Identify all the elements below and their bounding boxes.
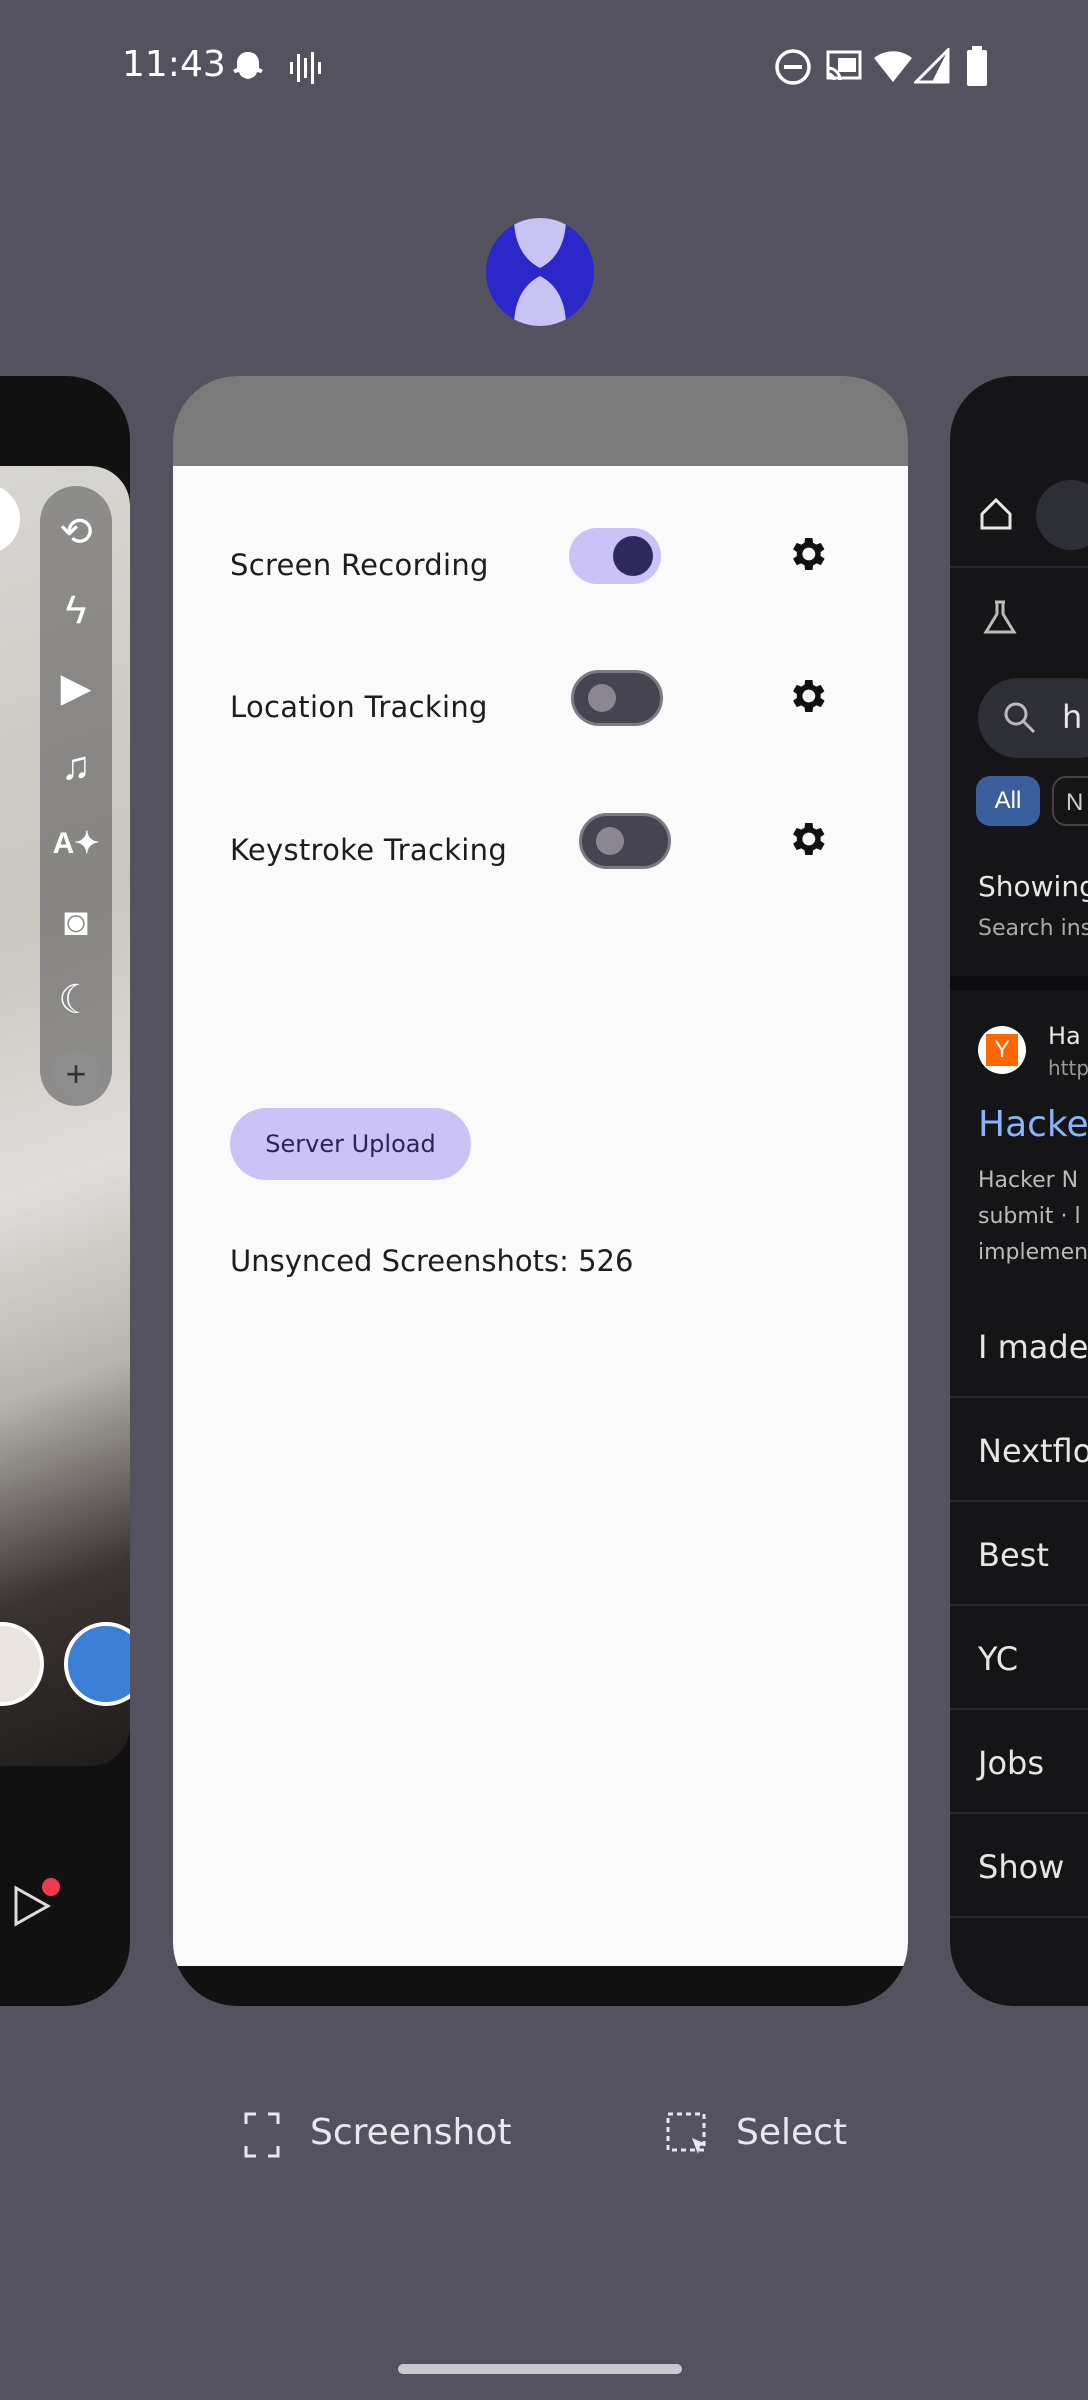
wifi-icon xyxy=(874,51,912,82)
screenshot-frame-icon xyxy=(244,2112,280,2158)
recent-app-card-right[interactable]: h All N Showing Search ins Y Ha http Hac… xyxy=(950,376,1088,2006)
search-instead-text: Search ins xyxy=(978,916,1088,941)
tabs-icon xyxy=(1036,480,1088,550)
recent-app-card-center[interactable]: Screen Recording Location Tracking Keyst… xyxy=(173,376,908,2006)
screen-recording-label: Screen Recording xyxy=(230,548,489,582)
camera-icon: ◙ xyxy=(63,900,89,944)
select-label: Select xyxy=(736,2112,848,2153)
select-region-icon xyxy=(666,2112,706,2154)
unsynced-screenshots-count: Unsynced Screenshots: 526 xyxy=(230,1244,634,1278)
video-add-icon: ▶ xyxy=(60,666,92,710)
screen-recording-toggle[interactable] xyxy=(569,528,661,584)
cell-signal-icon xyxy=(914,48,950,84)
location-tracking-settings-icon[interactable] xyxy=(785,674,829,718)
chip-all[interactable]: All xyxy=(976,776,1040,826)
snippet-line-2: submit · l xyxy=(978,1204,1081,1229)
sitelink-4[interactable]: YC xyxy=(978,1640,1018,1678)
result-title-link[interactable]: Hacke xyxy=(978,1104,1088,1145)
night-mode-icon: ☾ xyxy=(58,978,94,1022)
location-tracking-label: Location Tracking xyxy=(230,690,488,724)
keystroke-tracking-label: Keystroke Tracking xyxy=(230,833,508,867)
labs-flask-icon xyxy=(983,600,1017,634)
flip-camera-icon: ⟲ xyxy=(59,510,93,554)
music-icon: ♫ xyxy=(61,744,91,788)
toggle-knob xyxy=(613,536,653,576)
location-tracking-toggle[interactable] xyxy=(571,670,663,726)
search-icon xyxy=(1004,702,1036,734)
chip-next[interactable]: N xyxy=(1052,776,1088,826)
toggle-knob xyxy=(596,827,624,855)
screenshot-label: Screenshot xyxy=(310,2112,512,2153)
home-icon xyxy=(980,497,1012,530)
flash-off-icon: ϟ xyxy=(65,588,87,632)
showing-text: Showing xyxy=(978,870,1088,903)
site-name: Ha xyxy=(1048,1022,1081,1050)
snippet-line-3: implemen xyxy=(978,1240,1088,1265)
screen-recording-settings-icon[interactable] xyxy=(785,532,829,576)
ai-text-icon: A✦ xyxy=(52,827,100,860)
y-logo-icon: Y xyxy=(986,1034,1018,1066)
toggle-knob xyxy=(588,684,616,712)
do-not-disturb-icon xyxy=(775,49,811,85)
snapchat-ghost-icon xyxy=(233,52,263,79)
sitelink-3[interactable]: Best xyxy=(978,1536,1049,1574)
cast-icon xyxy=(826,50,862,81)
camera-toolbar: ⟲ ϟ ▶ ♫ A✦ ◙ ☾ + xyxy=(40,486,112,1106)
site-favicon: Y xyxy=(978,1026,1026,1074)
recent-app-card-left[interactable]: ⟲ ϟ ▶ ♫ A✦ ◙ ☾ + xyxy=(0,376,130,2006)
site-url: http xyxy=(1048,1056,1088,1080)
sound-wave-icon xyxy=(290,52,321,84)
app-icon[interactable] xyxy=(486,218,594,326)
sitelink-2[interactable]: Nextflo xyxy=(978,1432,1088,1470)
battery-icon xyxy=(967,46,987,86)
hourglass-logo-icon xyxy=(486,218,594,326)
sitelink-1[interactable]: I made xyxy=(978,1328,1088,1366)
sitelink-5[interactable]: Jobs xyxy=(978,1744,1044,1782)
server-upload-button[interactable]: Server Upload xyxy=(230,1108,471,1180)
app-content: Screen Recording Location Tracking Keyst… xyxy=(173,466,908,1966)
card-header xyxy=(173,376,908,466)
keystroke-tracking-settings-icon[interactable] xyxy=(785,817,829,861)
add-icon: + xyxy=(52,1050,100,1098)
notification-dot xyxy=(42,1878,60,1896)
snippet-line-1: Hacker N xyxy=(978,1168,1079,1193)
search-query: h xyxy=(1062,698,1083,736)
status-time: 11:43 xyxy=(122,44,226,85)
sitelink-6[interactable]: Show xyxy=(978,1848,1064,1886)
keystroke-tracking-toggle[interactable] xyxy=(579,813,671,869)
home-gesture-bar[interactable] xyxy=(398,2364,682,2374)
